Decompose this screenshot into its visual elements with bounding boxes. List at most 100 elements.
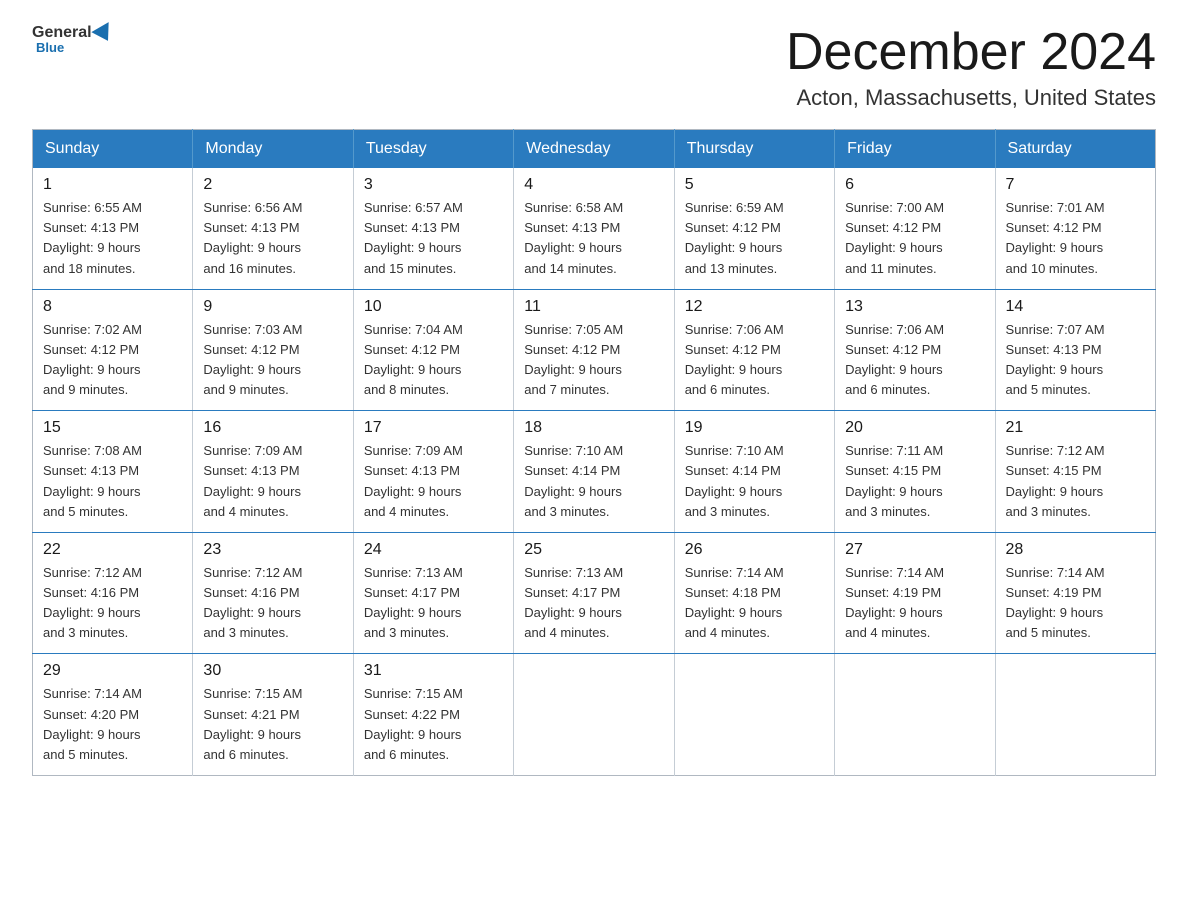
- day-info: Sunrise: 7:08 AMSunset: 4:13 PMDaylight:…: [43, 441, 182, 522]
- day-of-week-header: Wednesday: [514, 130, 674, 169]
- day-number: 2: [203, 176, 342, 194]
- day-info: Sunrise: 7:03 AMSunset: 4:12 PMDaylight:…: [203, 320, 342, 401]
- calendar-day-cell: 3Sunrise: 6:57 AMSunset: 4:13 PMDaylight…: [353, 168, 513, 289]
- calendar-day-cell: 14 Sunrise: 7:07 AMSunset: 4:13 PMDayligh…: [995, 289, 1155, 411]
- day-number: 21: [1006, 419, 1145, 437]
- day-info: Sunrise: 7:05 AMSunset: 4:12 PMDaylight:…: [524, 320, 663, 401]
- calendar-day-cell: 24 Sunrise: 7:13 AMSunset: 4:17 PMDayligh…: [353, 532, 513, 654]
- calendar-day-cell: 2 Sunrise: 6:56 AMSunset: 4:13 PMDaylight…: [193, 168, 353, 289]
- day-info: Sunrise: 7:11 AMSunset: 4:15 PMDaylight:…: [845, 441, 984, 522]
- logo-triangle-icon: [91, 22, 116, 46]
- calendar-day-cell: 11 Sunrise: 7:05 AMSunset: 4:12 PMDayligh…: [514, 289, 674, 411]
- day-number: 16: [203, 419, 342, 437]
- calendar-day-cell: 9 Sunrise: 7:03 AMSunset: 4:12 PMDaylight…: [193, 289, 353, 411]
- day-info: Sunrise: 7:10 AMSunset: 4:14 PMDaylight:…: [685, 441, 824, 522]
- day-info: Sunrise: 7:13 AMSunset: 4:17 PMDaylight:…: [524, 563, 663, 644]
- day-of-week-header: Friday: [835, 130, 995, 169]
- calendar-day-cell: 17 Sunrise: 7:09 AMSunset: 4:13 PMDayligh…: [353, 411, 513, 533]
- calendar-day-cell: 6 Sunrise: 7:00 AMSunset: 4:12 PMDaylight…: [835, 168, 995, 289]
- day-number: 24: [364, 541, 503, 559]
- day-number: 14: [1006, 298, 1145, 316]
- day-info: Sunrise: 7:02 AMSunset: 4:12 PMDaylight:…: [43, 320, 182, 401]
- day-number: 11: [524, 298, 663, 316]
- calendar-day-cell: 5Sunrise: 6:59 AMSunset: 4:12 PMDaylight…: [674, 168, 834, 289]
- calendar-day-cell: 18 Sunrise: 7:10 AMSunset: 4:14 PMDayligh…: [514, 411, 674, 533]
- day-number: 8: [43, 298, 182, 316]
- month-title: December 2024: [786, 24, 1156, 81]
- day-number: 3: [364, 176, 503, 194]
- day-number: 30: [203, 662, 342, 680]
- day-number: 20: [845, 419, 984, 437]
- day-info: Sunrise: 7:04 AMSunset: 4:12 PMDaylight:…: [364, 320, 503, 401]
- calendar-day-cell: 28Sunrise: 7:14 AMSunset: 4:19 PMDayligh…: [995, 532, 1155, 654]
- day-info: Sunrise: 7:06 AMSunset: 4:12 PMDaylight:…: [845, 320, 984, 401]
- logo-blue-text: Blue: [36, 40, 64, 55]
- day-of-week-header: Thursday: [674, 130, 834, 169]
- day-info: Sunrise: 7:14 AMSunset: 4:19 PMDaylight:…: [1006, 563, 1145, 644]
- day-number: 13: [845, 298, 984, 316]
- day-info: Sunrise: 6:56 AMSunset: 4:13 PMDaylight:…: [203, 198, 342, 279]
- calendar-day-cell: [995, 654, 1155, 776]
- day-number: 15: [43, 419, 182, 437]
- day-number: 22: [43, 541, 182, 559]
- calendar-day-cell: 26 Sunrise: 7:14 AMSunset: 4:18 PMDayligh…: [674, 532, 834, 654]
- day-info: Sunrise: 7:14 AMSunset: 4:20 PMDaylight:…: [43, 684, 182, 765]
- day-number: 26: [685, 541, 824, 559]
- day-info: Sunrise: 7:15 AMSunset: 4:21 PMDaylight:…: [203, 684, 342, 765]
- day-of-week-header: Saturday: [995, 130, 1155, 169]
- calendar-day-cell: 15 Sunrise: 7:08 AMSunset: 4:13 PMDayligh…: [33, 411, 193, 533]
- day-number: 9: [203, 298, 342, 316]
- calendar-table: SundayMondayTuesdayWednesdayThursdayFrid…: [32, 129, 1156, 776]
- calendar-day-cell: 20 Sunrise: 7:11 AMSunset: 4:15 PMDayligh…: [835, 411, 995, 533]
- day-info: Sunrise: 7:12 AMSunset: 4:16 PMDaylight:…: [203, 563, 342, 644]
- day-info: Sunrise: 7:14 AMSunset: 4:19 PMDaylight:…: [845, 563, 984, 644]
- day-number: 6: [845, 176, 984, 194]
- day-info: Sunrise: 7:09 AMSunset: 4:13 PMDaylight:…: [203, 441, 342, 522]
- day-info: Sunrise: 7:14 AMSunset: 4:18 PMDaylight:…: [685, 563, 824, 644]
- day-info: Sunrise: 7:13 AMSunset: 4:17 PMDaylight:…: [364, 563, 503, 644]
- day-info: Sunrise: 7:15 AMSunset: 4:22 PMDaylight:…: [364, 684, 503, 765]
- day-number: 31: [364, 662, 503, 680]
- day-of-week-header: Sunday: [33, 130, 193, 169]
- calendar-week-row: 1Sunrise: 6:55 AMSunset: 4:13 PMDaylight…: [33, 168, 1156, 289]
- day-number: 27: [845, 541, 984, 559]
- day-number: 17: [364, 419, 503, 437]
- day-info: Sunrise: 6:58 AMSunset: 4:13 PMDaylight:…: [524, 198, 663, 279]
- day-info: Sunrise: 7:07 AMSunset: 4:13 PMDaylight:…: [1006, 320, 1145, 401]
- page-header: General Blue December 2024 Acton, Massac…: [32, 24, 1156, 111]
- day-number: 10: [364, 298, 503, 316]
- calendar-day-cell: [514, 654, 674, 776]
- calendar-day-cell: [835, 654, 995, 776]
- calendar-day-cell: 30 Sunrise: 7:15 AMSunset: 4:21 PMDayligh…: [193, 654, 353, 776]
- calendar-day-cell: 1Sunrise: 6:55 AMSunset: 4:13 PMDaylight…: [33, 168, 193, 289]
- day-number: 18: [524, 419, 663, 437]
- day-of-week-header: Tuesday: [353, 130, 513, 169]
- logo: General Blue: [32, 24, 114, 55]
- calendar-day-cell: [674, 654, 834, 776]
- calendar-day-cell: 22Sunrise: 7:12 AMSunset: 4:16 PMDayligh…: [33, 532, 193, 654]
- day-of-week-header: Monday: [193, 130, 353, 169]
- calendar-day-cell: 21 Sunrise: 7:12 AMSunset: 4:15 PMDayligh…: [995, 411, 1155, 533]
- day-info: Sunrise: 7:09 AMSunset: 4:13 PMDaylight:…: [364, 441, 503, 522]
- calendar-week-row: 22 Sunrise: 7:12 AMSunset: 4:16 PMDayligh…: [33, 532, 1156, 654]
- day-number: 25: [524, 541, 663, 559]
- calendar-day-cell: 12Sunrise: 7:06 AMSunset: 4:12 PMDayligh…: [674, 289, 834, 411]
- day-info: Sunrise: 7:12 AMSunset: 4:15 PMDaylight:…: [1006, 441, 1145, 522]
- day-number: 19: [685, 419, 824, 437]
- calendar-day-cell: 16 Sunrise: 7:09 AMSunset: 4:13 PMDayligh…: [193, 411, 353, 533]
- calendar-day-cell: 10 Sunrise: 7:04 AMSunset: 4:12 PMDayligh…: [353, 289, 513, 411]
- day-number: 23: [203, 541, 342, 559]
- day-info: Sunrise: 7:00 AMSunset: 4:12 PMDaylight:…: [845, 198, 984, 279]
- calendar-day-cell: 29 Sunrise: 7:14 AMSunset: 4:20 PMDayligh…: [33, 654, 193, 776]
- day-number: 29: [43, 662, 182, 680]
- calendar-day-cell: 27 Sunrise: 7:14 AMSunset: 4:19 PMDayligh…: [835, 532, 995, 654]
- calendar-day-cell: 31 Sunrise: 7:15 AMSunset: 4:22 PMDayligh…: [353, 654, 513, 776]
- day-number: 12: [685, 298, 824, 316]
- day-number: 1: [43, 176, 182, 194]
- calendar-week-row: 15 Sunrise: 7:08 AMSunset: 4:13 PMDayligh…: [33, 411, 1156, 533]
- day-number: 7: [1006, 176, 1145, 194]
- calendar-day-cell: 25 Sunrise: 7:13 AMSunset: 4:17 PMDayligh…: [514, 532, 674, 654]
- calendar-day-cell: 23 Sunrise: 7:12 AMSunset: 4:16 PMDayligh…: [193, 532, 353, 654]
- location-title: Acton, Massachusetts, United States: [786, 85, 1156, 111]
- day-info: Sunrise: 7:10 AMSunset: 4:14 PMDaylight:…: [524, 441, 663, 522]
